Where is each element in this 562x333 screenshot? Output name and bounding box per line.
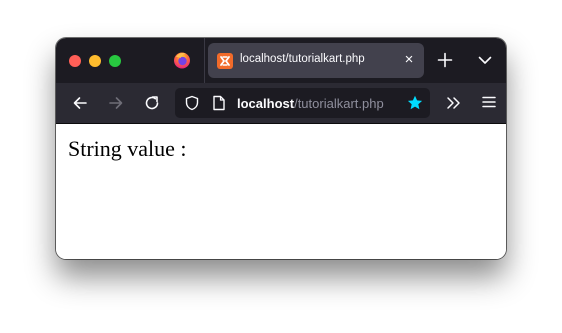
new-tab-plus-icon[interactable] [436,51,454,69]
browser-window: localhost/tutorialkart.php × localhost/t… [56,38,506,259]
window-close-button[interactable] [69,55,81,67]
page-content: String value : [56,124,506,259]
page-output-text: String value : [68,136,187,161]
chevron-double-right-icon[interactable] [445,93,463,113]
page-icon[interactable] [212,95,226,111]
active-tab[interactable]: localhost/tutorialkart.php × [208,43,424,78]
reload-icon[interactable] [142,93,162,113]
tab-close-icon[interactable]: × [401,51,417,69]
title-bar: localhost/tutorialkart.php × [56,38,506,83]
url-text[interactable]: localhost/tutorialkart.php [237,96,384,111]
back-arrow-icon[interactable] [70,93,90,113]
chevron-down-icon[interactable] [477,53,493,67]
bookmark-star-icon[interactable] [406,94,424,112]
tab-title: localhost/tutorialkart.php [240,53,365,65]
window-maximize-button[interactable] [109,55,121,67]
navigation-toolbar: localhost/tutorialkart.php [56,83,506,124]
forward-arrow-icon[interactable] [106,93,126,113]
tab-divider [204,38,205,83]
shield-icon[interactable] [184,95,200,111]
url-host: localhost [237,96,295,111]
address-bar[interactable]: localhost/tutorialkart.php [175,88,430,118]
xampp-icon [217,53,233,69]
url-path: /tutorialkart.php [294,96,384,111]
firefox-icon[interactable] [173,51,191,69]
window-minimize-button[interactable] [89,55,101,67]
hamburger-menu-icon[interactable] [481,94,497,110]
